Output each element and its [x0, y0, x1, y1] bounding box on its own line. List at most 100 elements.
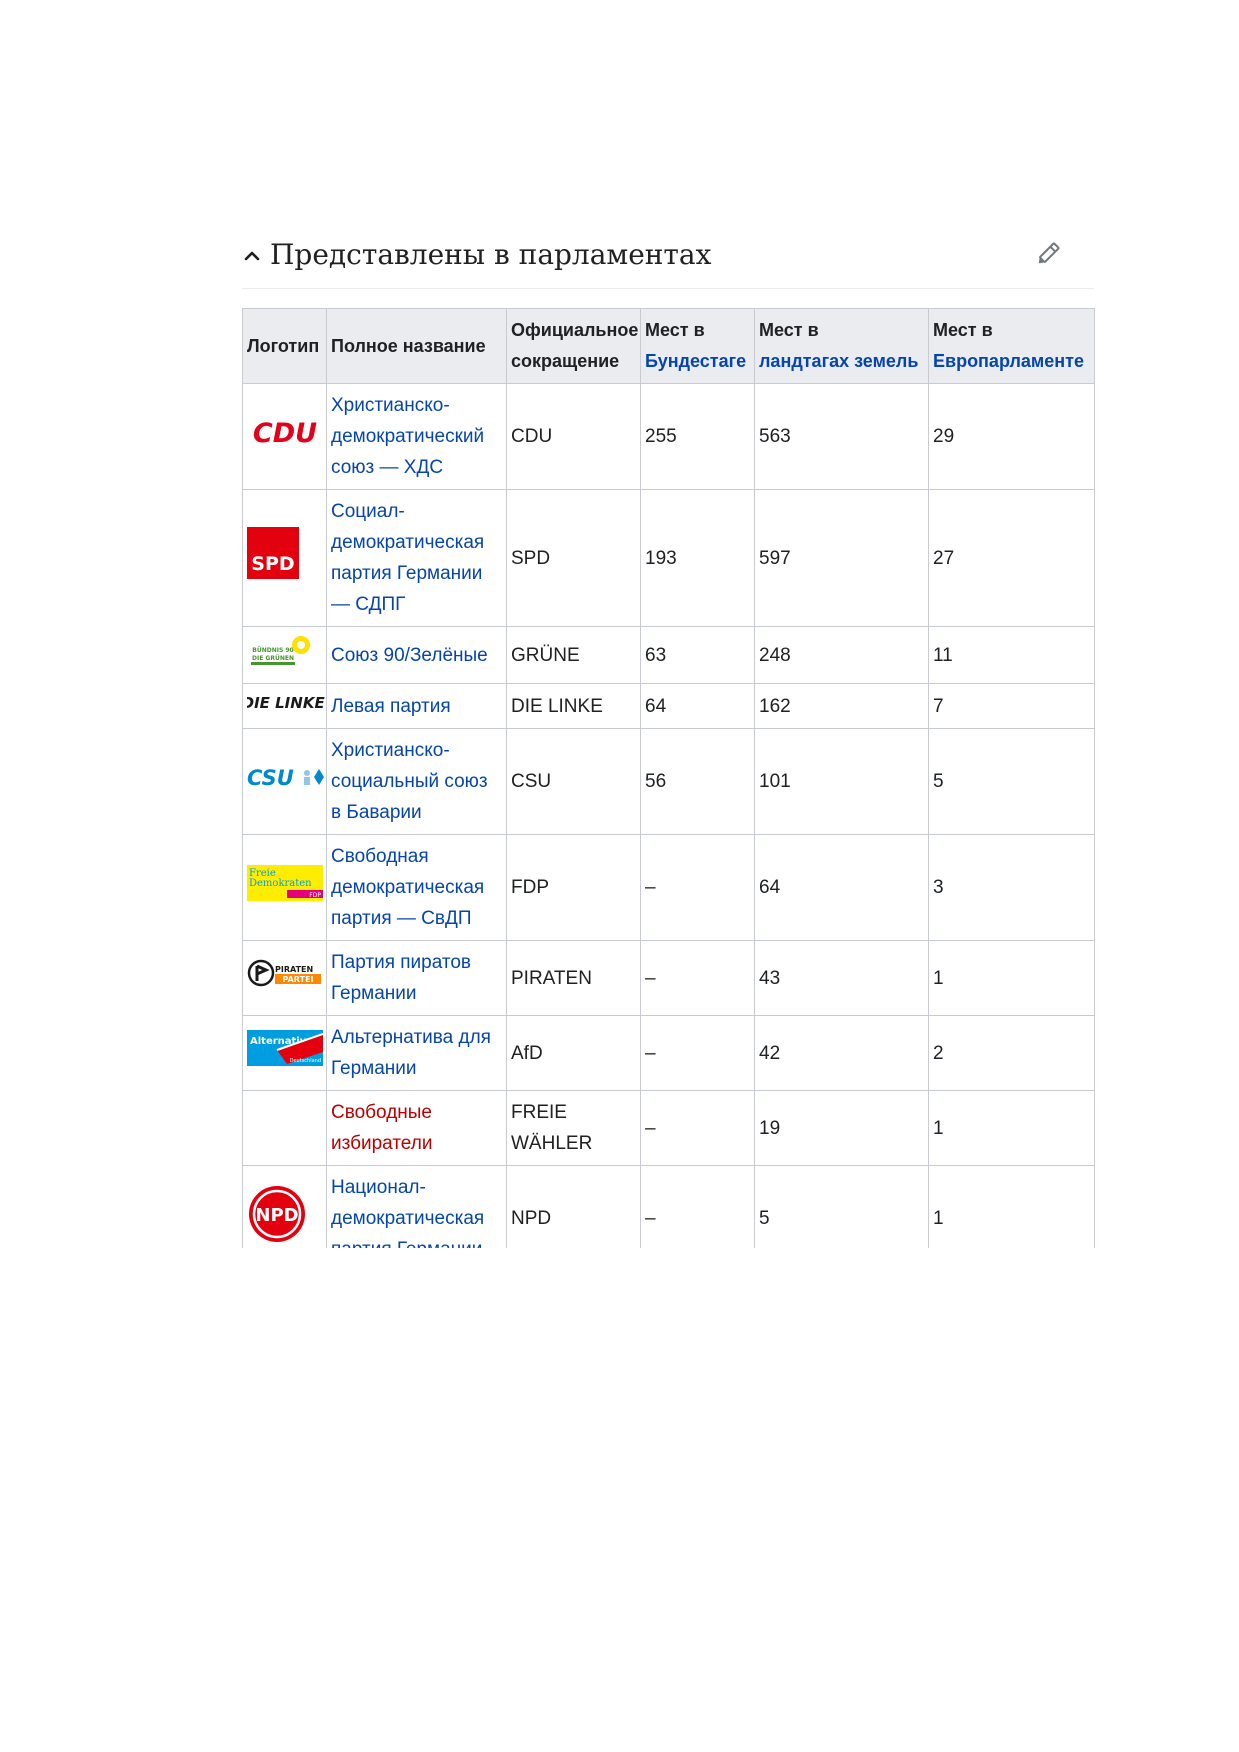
- piraten-logo-icon[interactable]: PIRATEN PARTEI: [247, 958, 323, 988]
- table-row: Freie Demokraten FDP Свободная демократи…: [242, 834, 1095, 941]
- logo-cell: BÜNDNIS 90 DIE GRÜNEN: [242, 626, 327, 684]
- parties-table: Логотип Полное название Официальное сокра…: [242, 308, 1095, 1248]
- landtag-cell: 563: [754, 383, 929, 490]
- party-link[interactable]: Левая партия: [331, 696, 451, 717]
- party-redlink[interactable]: Свободные избиратели: [331, 1102, 432, 1154]
- name-cell: Свободная демократическая партия — СвДП: [326, 834, 507, 941]
- bundestag-cell: –: [640, 1090, 755, 1166]
- name-cell: Христианско-демократический союз — ХДС: [326, 383, 507, 490]
- header-bundestag[interactable]: Мест в Бундестаге: [640, 308, 755, 384]
- svg-text:CSU: CSU: [247, 766, 294, 790]
- table-row: Alternative Deutschland Альтернатива для…: [242, 1015, 1095, 1091]
- svg-text:PIRATEN: PIRATEN: [275, 965, 313, 974]
- europarl-cell: 1: [928, 940, 1095, 1016]
- europarl-cell: 3: [928, 834, 1095, 941]
- bundestag-cell: –: [640, 940, 755, 1016]
- svg-text:DIE GRÜNEN: DIE GRÜNEN: [252, 655, 294, 662]
- linke-logo-icon[interactable]: DIE LINKE.: [242, 690, 330, 712]
- spd-logo-icon[interactable]: SPD: [247, 527, 299, 579]
- name-cell: Свободные избиратели: [326, 1090, 507, 1166]
- header-full-name[interactable]: Полное название: [326, 308, 507, 384]
- header-logo[interactable]: Логотип: [242, 308, 327, 384]
- fdp-logo-icon[interactable]: Freie Demokraten FDP: [247, 864, 323, 901]
- abbr-cell: PIRATEN: [506, 940, 641, 1016]
- logo-cell: Alternative Deutschland: [242, 1015, 327, 1091]
- svg-text:FDP: FDP: [309, 892, 321, 899]
- bundestag-cell: 56: [640, 728, 755, 835]
- table-row: NPD Национал-демократическая партия Герм…: [242, 1165, 1095, 1248]
- section-header[interactable]: Представлены в парламентах: [242, 232, 1094, 289]
- bundestag-cell: –: [640, 834, 755, 941]
- name-cell: Христианско-социальный союз в Баварии: [326, 728, 507, 835]
- bundestag-link[interactable]: Бундестаге: [645, 351, 746, 371]
- svg-text:BÜNDNIS 90: BÜNDNIS 90: [252, 647, 293, 654]
- header-europarl-line1: Мест в: [933, 320, 993, 340]
- bundestag-cell: –: [640, 1165, 755, 1248]
- europarl-cell: 5: [928, 728, 1095, 835]
- landtag-cell: 43: [754, 940, 929, 1016]
- header-abbr-line1: Официальное: [511, 320, 639, 340]
- europarl-cell: 1: [928, 1165, 1095, 1248]
- table-row: CDU Христианско-демократический союз — Х…: [242, 383, 1095, 490]
- afd-logo-icon[interactable]: Alternative Deutschland: [247, 1030, 324, 1066]
- chevron-up-icon[interactable]: [242, 246, 262, 266]
- party-link[interactable]: Союз 90/Зелёные: [331, 645, 488, 666]
- header-bundestag-line1: Мест в: [645, 320, 705, 340]
- npd-logo-icon[interactable]: NPD: [247, 1184, 307, 1244]
- name-cell: Левая партия: [326, 683, 507, 729]
- logo-cell: NPD: [242, 1165, 327, 1248]
- logo-cell: CDU: [242, 383, 327, 490]
- bundestag-cell: 63: [640, 626, 755, 684]
- party-link[interactable]: Национал-демократическая партия Германии: [331, 1177, 484, 1248]
- landtag-cell: 162: [754, 683, 929, 729]
- header-abbr[interactable]: Официальное сокращение: [506, 308, 641, 384]
- svg-text:SPD: SPD: [251, 553, 294, 575]
- svg-text:PARTEI: PARTEI: [282, 975, 313, 984]
- logo-cell: SPD: [242, 489, 327, 627]
- name-cell: Альтернатива для Германии: [326, 1015, 507, 1091]
- logo-cell: DIE LINKE.: [242, 683, 330, 729]
- europarl-cell: 27: [928, 489, 1095, 627]
- abbr-cell: DIE LINKE: [506, 683, 641, 729]
- svg-text:Demokraten: Demokraten: [249, 878, 312, 889]
- party-link[interactable]: Партия пиратов Германии: [331, 952, 471, 1004]
- section-title: Представлены в парламентах: [270, 238, 712, 271]
- europarl-cell: 11: [928, 626, 1095, 684]
- name-cell: Партия пиратов Германии: [326, 940, 507, 1016]
- svg-text:DIE LINKE.: DIE LINKE.: [247, 694, 325, 712]
- header-europarl[interactable]: Мест в Европарламенте: [928, 308, 1095, 384]
- header-landtag-line1: Мест в: [759, 320, 819, 340]
- bundestag-cell: –: [640, 1015, 755, 1091]
- pencil-edit-icon[interactable]: [1034, 236, 1066, 268]
- landtag-cell: 5: [754, 1165, 929, 1248]
- party-link[interactable]: Христианско-демократический союз — ХДС: [331, 395, 484, 478]
- table-row: CSU Христианско-социальный союз в Бавари…: [242, 728, 1095, 835]
- header-abbr-line2: сокращение: [511, 351, 620, 371]
- landtag-cell: 101: [754, 728, 929, 835]
- table-row: SPD Социал-демократическая партия Герман…: [242, 489, 1095, 627]
- abbr-cell: SPD: [506, 489, 641, 627]
- landtag-cell: 248: [754, 626, 929, 684]
- parliament-section: Представлены в парламентах: [242, 232, 1094, 289]
- csu-logo-icon[interactable]: CSU: [247, 763, 325, 791]
- europarl-link[interactable]: Европарламенте: [933, 351, 1084, 371]
- europarl-cell: 1: [928, 1090, 1095, 1166]
- party-link[interactable]: Социал-демократическая партия Германии —…: [331, 501, 484, 615]
- party-link[interactable]: Христианско-социальный союз в Баварии: [331, 740, 488, 823]
- abbr-cell: AfD: [506, 1015, 641, 1091]
- europarl-cell: 2: [928, 1015, 1095, 1091]
- landtag-cell: 19: [754, 1090, 929, 1166]
- table-row: Свободные избиратели FREIE WÄHLER – 19 1: [242, 1090, 1095, 1166]
- landtag-cell: 597: [754, 489, 929, 627]
- bundestag-cell: 255: [640, 383, 755, 490]
- header-landtag[interactable]: Мест в ландтагах земель: [754, 308, 929, 384]
- landtag-link[interactable]: ландтагах земель: [759, 351, 918, 371]
- landtag-cell: 42: [754, 1015, 929, 1091]
- table-viewport[interactable]: Логотип Полное название Официальное сокра…: [242, 308, 1098, 1248]
- cdu-logo-icon[interactable]: CDU: [247, 417, 323, 449]
- abbr-cell: CDU: [506, 383, 641, 490]
- party-link[interactable]: Альтернатива для Германии: [331, 1027, 491, 1079]
- party-link[interactable]: Свободная демократическая партия — СвДП: [331, 846, 484, 929]
- gruene-logo-icon[interactable]: BÜNDNIS 90 DIE GRÜNEN: [247, 633, 313, 667]
- logo-cell: [242, 1090, 327, 1166]
